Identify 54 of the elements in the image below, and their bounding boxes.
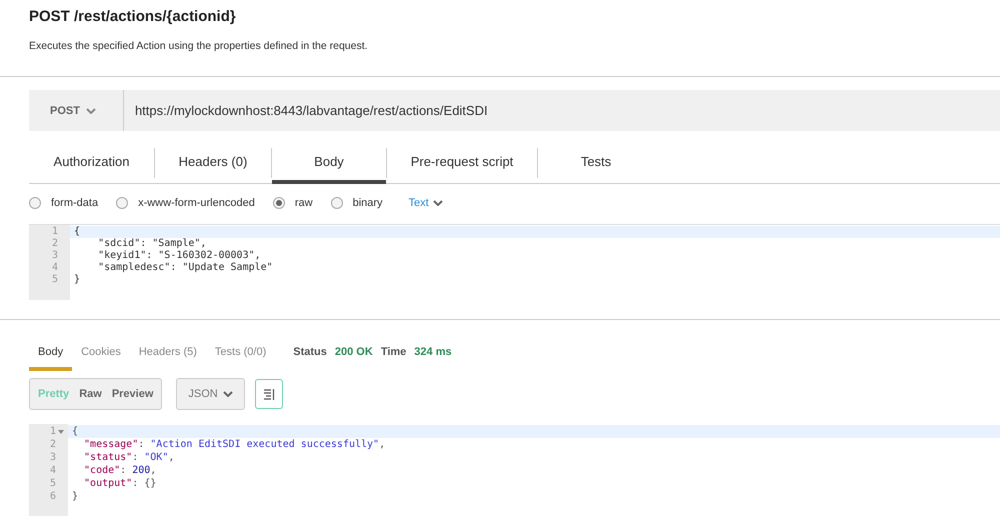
request-tab[interactable]: Headers (0) xyxy=(155,148,271,184)
code-line: } xyxy=(71,491,78,502)
response-tab[interactable]: Tests (0/0) xyxy=(206,344,276,371)
code-line: "sampledesc": "Update Sample" xyxy=(97,262,273,274)
view-mode-button[interactable]: Preview xyxy=(112,386,154,402)
code-line: "status": "OK", xyxy=(83,452,174,464)
request-tab[interactable]: Authorization xyxy=(29,148,154,184)
line-number: 3 xyxy=(50,451,56,464)
url-field[interactable]: https://mylockdownhost:8443/labvantage/rest/actions/EditSDI xyxy=(122,90,1000,132)
time-value: 324 ms xyxy=(414,345,452,360)
code-line: "message": "Action EditSDI executed successfully", xyxy=(83,439,386,450)
chevron-down-icon xyxy=(86,108,96,114)
description: Executes the specified Action using the properties defined in the request. xyxy=(29,38,369,54)
code-line: { xyxy=(73,226,80,238)
line-number: 6 xyxy=(50,490,56,504)
response-tab[interactable]: Body xyxy=(29,344,72,371)
code-line: { xyxy=(71,426,78,438)
request-tab[interactable]: Body xyxy=(272,148,386,184)
line-number: 3 xyxy=(50,250,58,262)
line-number: 5 xyxy=(50,477,56,490)
code-line: } xyxy=(73,274,80,286)
code-line: "code": 200, xyxy=(83,465,156,476)
line-number: 5 xyxy=(50,274,58,286)
chevron-down-icon xyxy=(432,200,443,206)
status-value: 200 OK xyxy=(334,345,373,360)
body-type-radio[interactable]: binary xyxy=(330,195,383,212)
line-number: 1 xyxy=(50,425,56,438)
fold-icon[interactable] xyxy=(58,430,64,434)
line-number: 4 xyxy=(50,262,58,274)
body-type-radio[interactable]: form-data xyxy=(29,195,98,212)
format-dropdown[interactable]: Text xyxy=(408,195,443,212)
response-format-dropdown[interactable]: JSON xyxy=(176,378,245,410)
method-dropdown[interactable]: POST xyxy=(29,90,117,132)
wrap-lines-button[interactable] xyxy=(254,379,283,410)
line-number: 1 xyxy=(50,226,58,238)
body-type-radio[interactable]: x-www-form-urlencoded xyxy=(116,195,255,212)
code-line: "sdcid": "Sample", xyxy=(97,238,206,250)
chevron-down-icon xyxy=(222,391,233,398)
request-body-editor[interactable]: 1 2 3 4 5 { "sdcid": "Sample", "keyid1": "S-160302-00003", "sampledesc": "Update Sample" } xyxy=(29,224,1000,300)
body-type-radio[interactable]: raw xyxy=(272,195,313,212)
align-right-icon xyxy=(262,388,275,400)
code-line: "output": {} xyxy=(83,478,156,490)
line-number: 2 xyxy=(50,438,56,452)
page-title: POST /rest/actions/{actionid} xyxy=(29,7,237,27)
line-number: 4 xyxy=(50,464,56,478)
status-label: Status xyxy=(293,345,327,360)
line-number: 2 xyxy=(50,238,58,250)
view-mode-button[interactable]: Raw xyxy=(79,386,102,402)
response-tab[interactable]: Cookies xyxy=(72,344,130,371)
code-line: "keyid1": "S-160302-00003", xyxy=(97,250,261,262)
request-tab[interactable]: Tests xyxy=(538,148,654,184)
time-label: Time xyxy=(380,345,406,360)
response-tab[interactable]: Headers (5) xyxy=(130,344,206,371)
request-tab[interactable]: Pre-request script xyxy=(387,148,537,184)
